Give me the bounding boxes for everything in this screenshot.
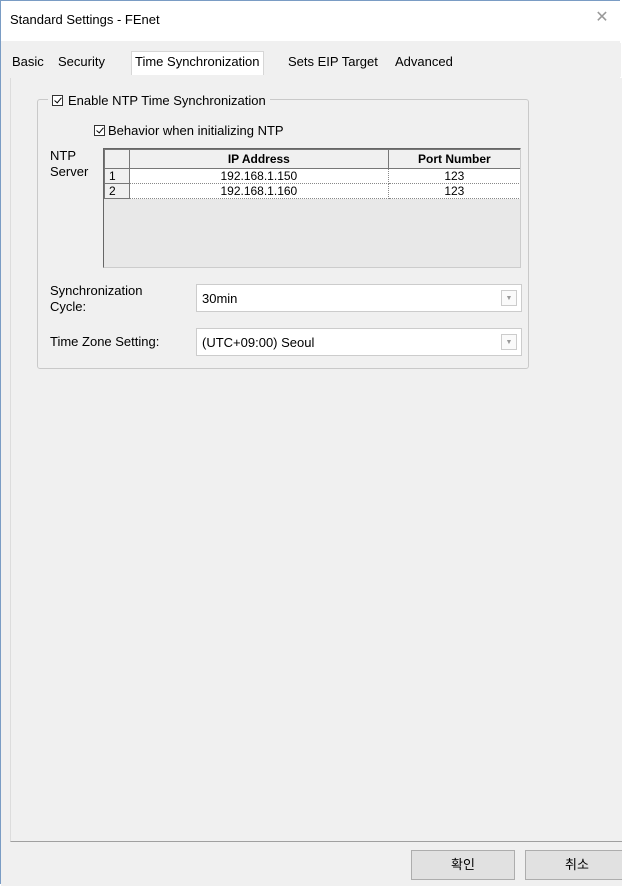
chevron-down-icon[interactable]: ▼ xyxy=(501,290,517,306)
ntp-server-table[interactable]: IP Address Port Number 1 192.168.1.150 1… xyxy=(103,148,521,268)
sync-cycle-label-line2: Cycle: xyxy=(50,299,87,314)
tab-sets-eip-target[interactable]: Sets EIP Target xyxy=(285,52,381,74)
behavior-init-checkbox[interactable] xyxy=(94,124,105,136)
enable-ntp-label: Enable NTP Time Synchronization xyxy=(68,92,266,108)
tab-advanced[interactable]: Advanced xyxy=(392,52,456,74)
enable-ntp-checkbox[interactable] xyxy=(52,94,63,106)
behavior-init-option[interactable]: Behavior when initializing NTP xyxy=(94,121,284,139)
dialog-button-bar: 확인 취소 xyxy=(1,842,622,886)
ip-address-cell[interactable]: 192.168.1.150 xyxy=(129,168,389,184)
tab-security[interactable]: Security xyxy=(55,52,108,74)
cancel-button[interactable]: 취소 xyxy=(525,850,622,880)
port-number-cell[interactable]: 123 xyxy=(387,183,520,199)
column-header-index xyxy=(104,149,131,169)
ntp-server-label: NTP Server xyxy=(50,148,89,179)
table-row[interactable]: 2 192.168.1.160 123 xyxy=(104,183,520,199)
time-zone-label: Time Zone Setting: xyxy=(50,334,160,349)
row-number: 1 xyxy=(104,168,131,184)
table-row[interactable]: 1 192.168.1.150 123 xyxy=(104,168,520,184)
port-number-cell[interactable]: 123 xyxy=(387,168,520,184)
sync-cycle-label-line1: Synchronization xyxy=(50,283,143,298)
close-icon[interactable]: ✕ xyxy=(592,8,612,28)
behavior-init-label: Behavior when initializing NTP xyxy=(108,122,284,138)
time-zone-value: (UTC+09:00) Seoul xyxy=(202,335,315,350)
window-title: Standard Settings - FEnet xyxy=(10,12,160,27)
ntp-groupbox: Enable NTP Time Synchronization Behavior… xyxy=(37,91,529,369)
sync-cycle-value: 30min xyxy=(202,291,238,306)
tab-time-synchronization[interactable]: Time Synchronization xyxy=(131,51,264,75)
ok-button[interactable]: 확인 xyxy=(411,850,515,880)
column-header-port-number[interactable]: Port Number xyxy=(387,149,520,169)
settings-window: Standard Settings - FEnet ✕ Basic Securi… xyxy=(0,0,622,886)
enable-ntp-option[interactable]: Enable NTP Time Synchronization xyxy=(48,91,270,109)
title-bar: Standard Settings - FEnet ✕ xyxy=(1,1,622,41)
tab-basic[interactable]: Basic xyxy=(9,52,47,74)
tab-content-panel: Enable NTP Time Synchronization Behavior… xyxy=(10,78,622,842)
time-zone-dropdown[interactable]: (UTC+09:00) Seoul ▼ xyxy=(196,328,522,356)
table-header-row: IP Address Port Number xyxy=(104,149,520,169)
tab-bar: Basic Security Time Synchronization Sets… xyxy=(1,43,621,77)
sync-cycle-label: Synchronization Cycle: xyxy=(50,283,143,315)
ip-address-cell[interactable]: 192.168.1.160 xyxy=(129,183,389,199)
chevron-down-icon[interactable]: ▼ xyxy=(501,334,517,350)
sync-cycle-dropdown[interactable]: 30min ▼ xyxy=(196,284,522,312)
column-header-ip-address[interactable]: IP Address xyxy=(129,149,389,169)
row-number: 2 xyxy=(104,183,131,199)
